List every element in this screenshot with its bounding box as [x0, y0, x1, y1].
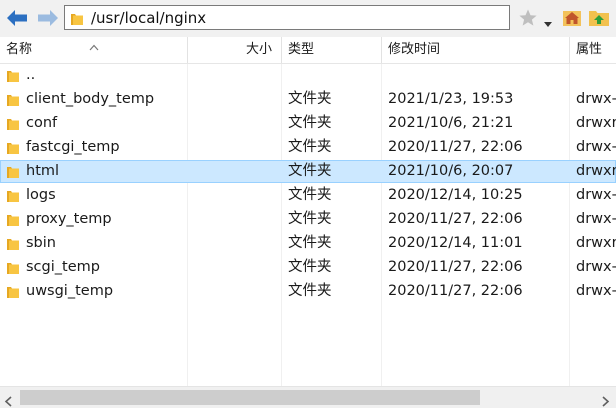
column-name[interactable]: 名称: [6, 37, 32, 63]
back-arrow-icon: [5, 7, 29, 29]
list-item[interactable]: fastcgi_temp 文件夹 2020/11/27, 22:06 drwx-: [0, 136, 616, 159]
column-header: 名称 大小 类型 修改时间 属性: [0, 37, 616, 64]
file-attrs: drwx-: [576, 283, 616, 299]
file-name: client_body_temp: [26, 91, 155, 107]
file-name: conf: [26, 115, 58, 131]
file-name: proxy_temp: [26, 211, 112, 227]
folder-icon: [6, 284, 20, 303]
file-name: sbin: [26, 235, 56, 251]
folder-icon: [6, 68, 20, 87]
file-type: 文件夹: [288, 259, 332, 275]
file-type: 文件夹: [288, 235, 332, 251]
list-item[interactable]: scgi_temp 文件夹 2020/11/27, 22:06 drwx-: [0, 256, 616, 279]
file-attrs: drwx-: [576, 139, 616, 155]
back-button[interactable]: [5, 7, 29, 29]
address-bar[interactable]: /usr/local/nginx: [64, 5, 510, 30]
list-item-selected[interactable]: html 文件夹 2021/10/6, 20:07 drwxr: [0, 160, 616, 183]
folder-icon: [6, 188, 20, 207]
file-modified: 2020/12/14, 10:25: [388, 187, 523, 203]
file-modified: 2020/11/27, 22:06: [388, 259, 523, 275]
file-name: fastcgi_temp: [26, 139, 120, 155]
column-type[interactable]: 类型: [288, 37, 314, 63]
list-item[interactable]: uwsgi_temp 文件夹 2020/11/27, 22:06 drwx-: [0, 280, 616, 303]
folder-icon: [6, 212, 20, 231]
folder-icon: [6, 164, 20, 183]
folder-icon: [6, 92, 20, 111]
forward-button[interactable]: [36, 7, 60, 29]
column-modified[interactable]: 修改时间: [388, 37, 440, 63]
file-attrs: drwx-: [576, 187, 616, 203]
toolbar: /usr/local/nginx: [0, 0, 616, 38]
list-item[interactable]: logs 文件夹 2020/12/14, 10:25 drwx-: [0, 184, 616, 207]
up-icon[interactable]: [588, 8, 610, 32]
column-attrs[interactable]: 属性: [576, 37, 602, 63]
dropdown-icon[interactable]: [543, 14, 553, 33]
file-modified: 2020/11/27, 22:06: [388, 283, 523, 299]
column-size[interactable]: 大小: [246, 37, 272, 63]
file-name: logs: [26, 187, 56, 203]
file-attrs: drwx-: [576, 91, 616, 107]
list-item[interactable]: client_body_temp 文件夹 2021/1/23, 19:53 dr…: [0, 88, 616, 111]
forward-arrow-icon: [36, 7, 60, 29]
file-modified: 2021/1/23, 19:53: [388, 91, 514, 107]
file-name: html: [26, 163, 60, 179]
horizontal-scrollbar[interactable]: [0, 386, 616, 408]
file-type: 文件夹: [288, 187, 332, 203]
list-item[interactable]: proxy_temp 文件夹 2020/11/27, 22:06 drwx-: [0, 208, 616, 231]
file-attrs: drwx-: [576, 211, 616, 227]
list-item[interactable]: conf 文件夹 2021/10/6, 21:21 drwxr: [0, 112, 616, 135]
column-divider[interactable]: [187, 37, 188, 63]
file-modified: 2021/10/6, 21:21: [388, 115, 514, 131]
file-type: 文件夹: [288, 283, 332, 299]
column-divider[interactable]: [381, 37, 382, 63]
file-modified: 2020/11/27, 22:06: [388, 211, 523, 227]
file-attrs: drwxr: [576, 163, 616, 179]
scrollbar-thumb[interactable]: [20, 390, 480, 405]
file-modified: 2021/10/6, 20:07: [388, 163, 514, 179]
list-item[interactable]: sbin 文件夹 2020/12/14, 11:01 drwxr: [0, 232, 616, 255]
file-list[interactable]: .. client_body_temp 文件夹 2021/1/23, 19:53…: [0, 64, 616, 386]
folder-icon: [6, 116, 20, 135]
column-divider[interactable]: [569, 37, 570, 63]
file-type: 文件夹: [288, 115, 332, 131]
address-path: /usr/local/nginx: [91, 9, 207, 27]
file-name: scgi_temp: [26, 259, 100, 275]
folder-icon: [6, 140, 20, 159]
folder-icon: [70, 11, 84, 30]
file-modified: 2020/12/14, 11:01: [388, 235, 523, 251]
sort-up-icon: [89, 36, 99, 55]
star-icon[interactable]: [518, 8, 538, 32]
file-type: 文件夹: [288, 163, 332, 179]
file-attrs: drwxr: [576, 235, 616, 251]
file-type: 文件夹: [288, 139, 332, 155]
file-type: 文件夹: [288, 91, 332, 107]
folder-icon: [6, 260, 20, 279]
file-name: uwsgi_temp: [26, 283, 114, 299]
file-name: ..: [26, 67, 36, 83]
file-attrs: drwx-: [576, 259, 616, 275]
scroll-right-icon[interactable]: [600, 392, 610, 411]
folder-icon: [6, 236, 20, 255]
home-icon[interactable]: [562, 8, 582, 32]
file-modified: 2020/11/27, 22:06: [388, 139, 523, 155]
file-attrs: drwxr: [576, 115, 616, 131]
column-divider[interactable]: [281, 37, 282, 63]
list-item-parent[interactable]: ..: [0, 64, 616, 87]
file-type: 文件夹: [288, 211, 332, 227]
scroll-left-icon[interactable]: [4, 392, 14, 411]
